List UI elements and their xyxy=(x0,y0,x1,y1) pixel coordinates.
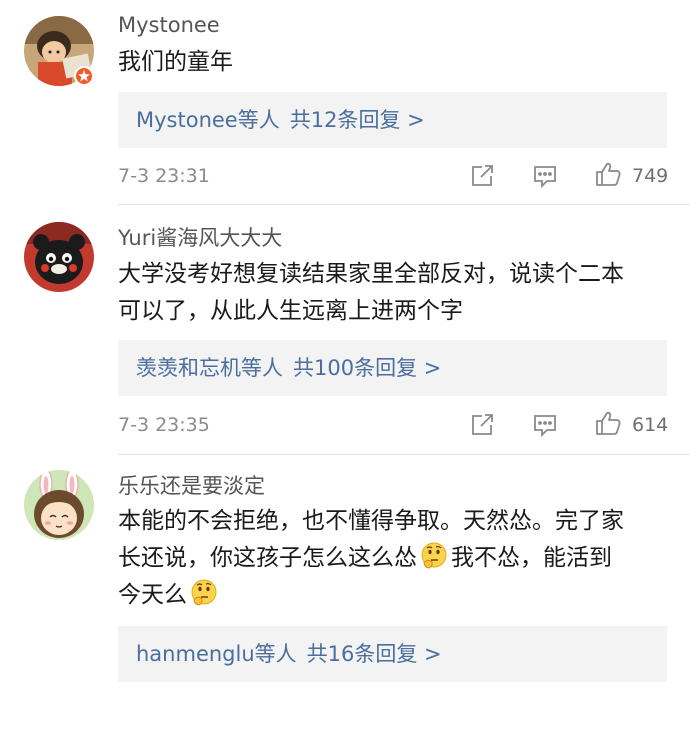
reply-suffix: 等人 xyxy=(237,108,280,132)
comment-text-line: 大学没考好想复读结果家里全部反对，说读个二本 xyxy=(118,261,624,287)
thinking-face-emoji xyxy=(189,578,219,608)
reply-suffix: 等人 xyxy=(241,356,283,380)
reply-count: 共16条回复 > xyxy=(306,642,442,666)
timestamp: 7-3 23:31 xyxy=(118,165,210,187)
like-count: 614 xyxy=(632,414,669,436)
reply-suffix: 等人 xyxy=(254,642,297,666)
like-count: 749 xyxy=(632,165,669,187)
avatar[interactable] xyxy=(24,470,94,540)
avatar[interactable] xyxy=(24,222,94,292)
username[interactable]: Mystonee xyxy=(118,12,220,38)
comment-item: 乐乐还是要淡定 本能的不会拒绝，也不懂得争取。天然怂。完了家 长还说，你这孩子怎… xyxy=(0,455,690,741)
share-icon[interactable] xyxy=(468,411,496,439)
comment-text-line: 本能的不会拒绝，也不懂得争取。天然怂。完了家 xyxy=(118,508,624,534)
comment-text-fragment: 我不怂，能活到 xyxy=(451,545,612,571)
avatar[interactable] xyxy=(24,16,94,86)
verified-badge-icon xyxy=(74,66,94,86)
username[interactable]: Yuri酱海风大大大 xyxy=(118,225,282,251)
thumbs-up-icon[interactable] xyxy=(594,160,622,188)
reply-names: hanmenglu xyxy=(136,642,255,666)
reply-names: 羡羡和忘机 xyxy=(136,356,241,380)
reply-count: 共100条回复 > xyxy=(293,356,442,380)
comment-text: 我们的童年 xyxy=(118,44,670,81)
comment-text-line: 可以了，从此人生远离上进两个字 xyxy=(118,298,463,324)
comment-text: 本能的不会拒绝，也不懂得争取。天然怂。完了家 长还说，你这孩子怎么这么怂 我不怂，… xyxy=(118,503,670,614)
comment-text-line: 我们的童年 xyxy=(118,49,233,75)
thinking-face-emoji xyxy=(419,541,449,571)
replies-link[interactable]: Mystonee等人 共12条回复 > xyxy=(118,92,667,148)
replies-link[interactable]: 羡羡和忘机等人 共100条回复 > xyxy=(118,340,667,396)
comment-item: Mystonee 我们的童年 Mystonee等人 共12条回复 > 7-3 23… xyxy=(0,0,690,205)
timestamp: 7-3 23:35 xyxy=(118,414,210,436)
comment-text-fragment: 长还说，你这孩子怎么这么怂 xyxy=(118,545,417,571)
comment-text-line: 长还说，你这孩子怎么这么怂 我不怂，能活到 xyxy=(118,540,670,577)
comment-text-fragment: 今天么 xyxy=(118,582,187,608)
comment-text-line: 今天么 xyxy=(118,577,670,614)
replies-link[interactable]: hanmenglu等人 共16条回复 > xyxy=(118,626,667,682)
thumbs-up-icon[interactable] xyxy=(594,409,622,437)
comment-icon[interactable] xyxy=(531,162,559,190)
share-icon[interactable] xyxy=(468,162,496,190)
username[interactable]: 乐乐还是要淡定 xyxy=(118,473,265,499)
reply-names: Mystonee xyxy=(136,108,238,132)
reply-count: 共12条回复 > xyxy=(289,108,425,132)
comment-item: Yuri酱海风大大大 大学没考好想复读结果家里全部反对，说读个二本 可以了，从此… xyxy=(0,205,690,455)
comment-text: 大学没考好想复读结果家里全部反对，说读个二本 可以了，从此人生远离上进两个字 xyxy=(118,256,670,330)
comment-icon[interactable] xyxy=(531,411,559,439)
